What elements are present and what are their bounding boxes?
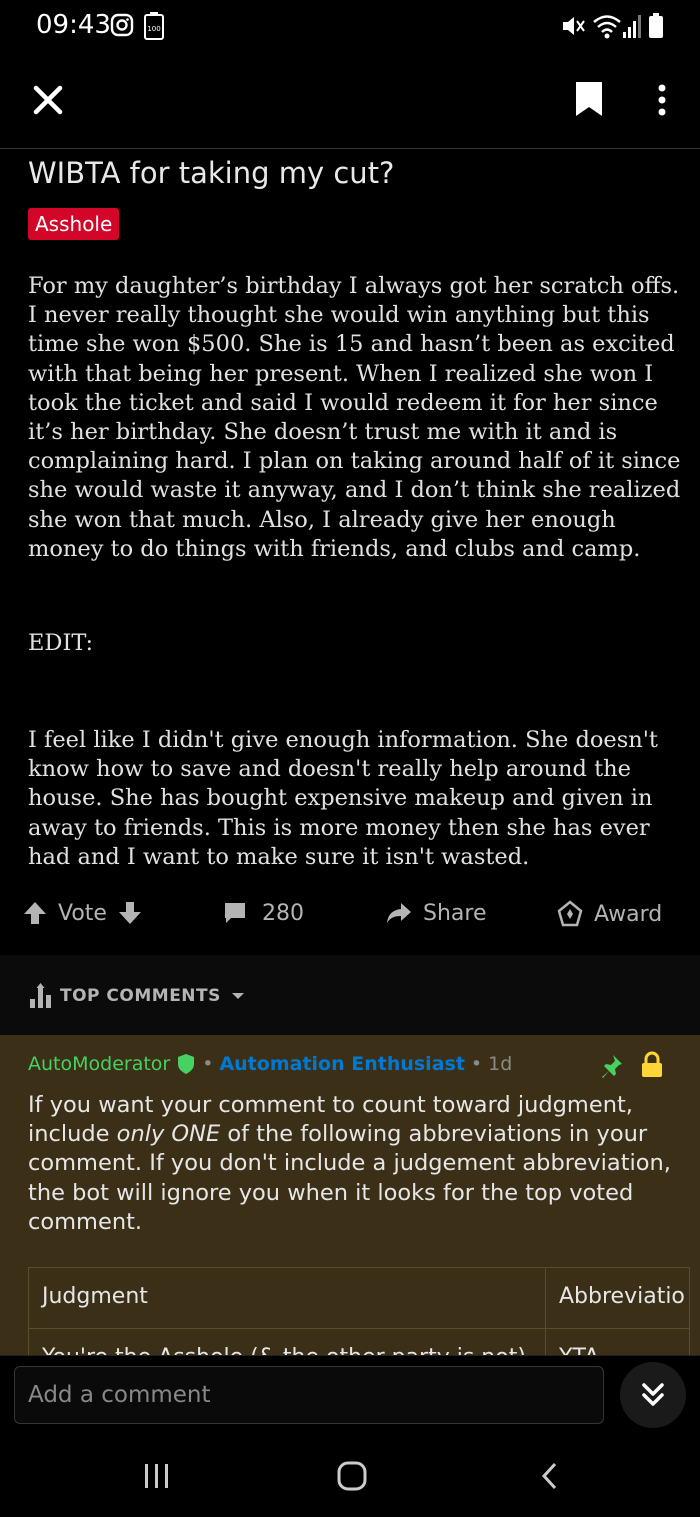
table-row: You're the Asshole (& the other party is…	[29, 1329, 689, 1355]
post-actions: Vote 280 Share Award	[0, 888, 700, 940]
double-chevron-down-icon	[642, 1383, 664, 1406]
post-toolbar	[0, 56, 700, 149]
share-icon	[387, 903, 411, 923]
next-comment-button[interactable]	[620, 1362, 686, 1428]
close-icon	[33, 85, 63, 115]
comment-card: AutoModerator • Automation Enthusiast • …	[0, 1035, 700, 1355]
more-vertical-icon	[658, 84, 666, 116]
post-flair[interactable]: Asshole	[28, 208, 120, 240]
table-header-row: Judgment Abbreviatio	[29, 1268, 689, 1329]
table-cell-abbreviation: YTA	[546, 1329, 689, 1355]
save-button[interactable]	[572, 80, 608, 120]
comment-body: If you want your comment to count toward…	[28, 1092, 671, 1235]
more-options-button[interactable]	[650, 80, 674, 120]
table-cell-judgment: You're the Asshole (& the other party is…	[29, 1329, 546, 1355]
post-title: WIBTA for taking my cut?	[28, 156, 395, 190]
comment-sort-button[interactable]: TOP COMMENTS	[28, 983, 247, 1009]
back-button[interactable]	[536, 1459, 564, 1497]
award-icon	[557, 900, 583, 927]
signal-icon	[622, 12, 644, 44]
status-time: 09:43	[36, 10, 111, 40]
system-navigation-bar	[0, 1437, 700, 1517]
battery-icon	[648, 12, 664, 44]
add-comment-input[interactable]	[14, 1366, 604, 1424]
post-body-paragraph-1: For my daughter’s birthday I always got …	[28, 273, 681, 562]
comment-meta: AutoModerator • Automation Enthusiast • …	[28, 1053, 513, 1075]
back-icon	[541, 1462, 557, 1490]
post-body-paragraph-2: I feel like I didn't give enough informa…	[28, 727, 658, 870]
comment-age: 1d	[488, 1053, 513, 1075]
post-body-edit-label: EDIT:	[28, 630, 94, 656]
pin-icon	[602, 1055, 622, 1078]
moderator-shield-icon	[178, 1054, 195, 1074]
status-bar: 09:43 100	[0, 0, 700, 56]
downvote-icon[interactable]	[117, 900, 143, 926]
close-button[interactable]	[28, 80, 68, 120]
sort-bars-icon	[30, 983, 51, 1008]
vote-label: Vote	[58, 900, 107, 926]
sort-label: TOP COMMENTS	[60, 986, 221, 1006]
battery-saver-icon: 100	[144, 12, 164, 44]
comment-author[interactable]: AutoModerator	[28, 1053, 170, 1075]
table-header-abbreviation: Abbreviatio	[559, 1284, 685, 1309]
author-flair: Automation Enthusiast	[219, 1053, 465, 1075]
chevron-down-icon	[231, 993, 244, 999]
recent-apps-icon	[145, 1464, 168, 1488]
comment-bar	[0, 1355, 700, 1438]
award-label: Award	[594, 901, 663, 927]
vote-control: Vote	[22, 900, 143, 926]
comment-emphasis: only ONE	[116, 1121, 221, 1148]
comment-icon	[225, 903, 245, 923]
home-icon	[337, 1461, 367, 1491]
share-button[interactable]: Share	[385, 900, 487, 926]
recent-apps-button[interactable]	[142, 1459, 172, 1497]
share-label: Share	[423, 900, 487, 926]
upvote-icon[interactable]	[22, 900, 48, 926]
mute-icon	[560, 12, 586, 44]
award-button[interactable]: Award	[556, 900, 662, 928]
table-header-judgment: Judgment	[29, 1268, 546, 1328]
home-button[interactable]	[336, 1459, 370, 1497]
comments-section-header: TOP COMMENTS	[0, 955, 700, 1035]
judgment-table: Judgment Abbreviatio You're the Asshole …	[28, 1267, 690, 1355]
comments-button[interactable]: 280	[222, 900, 304, 926]
lock-icon	[642, 1051, 662, 1077]
battery-label: 100	[147, 25, 160, 33]
instagram-icon	[110, 12, 134, 42]
bookmark-icon	[576, 82, 602, 116]
comments-count: 280	[262, 900, 304, 926]
wifi-icon	[592, 12, 622, 44]
